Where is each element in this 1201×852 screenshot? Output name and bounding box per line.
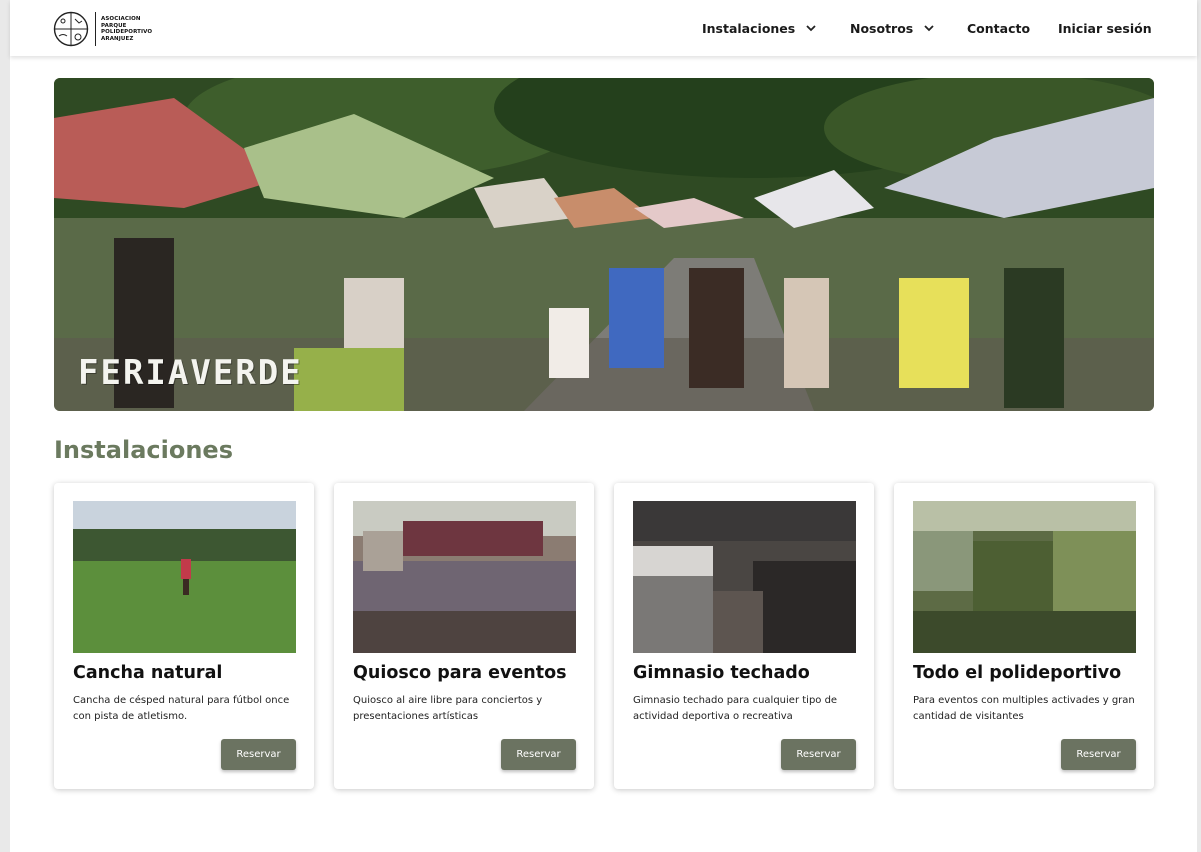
reservar-button[interactable]: Reservar	[1061, 739, 1136, 770]
nav-instalaciones[interactable]: Instalaciones	[702, 0, 817, 56]
nav-login-label: Iniciar sesión	[1058, 20, 1152, 36]
chevron-down-icon	[924, 25, 934, 32]
facility-card-quiosco: Quiosco para eventos Quiosco al aire lib…	[334, 483, 594, 789]
facility-description: Gimnasio techado para cualquier tipo de …	[633, 695, 838, 722]
reservar-button[interactable]: Reservar	[781, 739, 856, 770]
facilities-card-list: Cancha natural Cancha de césped natural …	[54, 483, 1156, 789]
nav-instalaciones-label: Instalaciones	[702, 20, 796, 36]
facility-title: Quiosco para eventos	[353, 663, 567, 683]
logo-divider	[95, 12, 96, 46]
top-navigation-bar: ASOCIACION PARQUE POLIDEPORTIVO ARANJUEZ…	[10, 0, 1197, 56]
nav-contacto-label: Contacto	[967, 20, 1031, 36]
facility-photo	[633, 501, 856, 653]
logo-line: POLIDEPORTIVO	[101, 29, 153, 35]
facility-photo	[73, 501, 296, 653]
nav-nosotros-label: Nosotros	[850, 20, 914, 36]
nav-nosotros[interactable]: Nosotros	[850, 0, 935, 56]
logo-line: ARANJUEZ	[101, 35, 134, 42]
facility-description: Para eventos con multiples activades y g…	[913, 695, 1135, 722]
reservar-button[interactable]: Reservar	[501, 739, 576, 770]
nav-iniciar-sesion[interactable]: Iniciar sesión	[1058, 0, 1152, 56]
section-title: Instalaciones	[54, 436, 233, 464]
hero-overlay-text: FERIAVERDE	[78, 353, 303, 393]
sports-circle-logo-icon	[53, 11, 89, 47]
site-logo[interactable]: ASOCIACION PARQUE POLIDEPORTIVO ARANJUEZ	[53, 9, 161, 49]
facility-card-cancha-natural: Cancha natural Cancha de césped natural …	[54, 483, 314, 789]
facility-title: Gimnasio techado	[633, 663, 810, 683]
facility-title: Todo el polideportivo	[913, 663, 1122, 683]
facility-description: Cancha de césped natural para fútbol onc…	[73, 695, 290, 722]
facility-description: Quiosco al aire libre para conciertos y …	[353, 695, 543, 722]
facility-card-polideportivo: Todo el polideportivo Para eventos con m…	[894, 483, 1154, 789]
nav-contacto[interactable]: Contacto	[967, 0, 1030, 56]
facility-card-gimnasio: Gimnasio techado Gimnasio techado para c…	[614, 483, 874, 789]
facility-title: Cancha natural	[73, 663, 223, 683]
chevron-down-icon	[806, 25, 816, 32]
page: ASOCIACION PARQUE POLIDEPORTIVO ARANJUEZ…	[10, 0, 1197, 852]
hero-banner-image: FERIAVERDE	[54, 78, 1154, 411]
reservar-button[interactable]: Reservar	[221, 739, 296, 770]
facility-photo	[913, 501, 1136, 653]
logo-wordmark: ASOCIACION PARQUE POLIDEPORTIVO ARANJUEZ	[101, 16, 161, 42]
facility-photo	[353, 501, 576, 653]
